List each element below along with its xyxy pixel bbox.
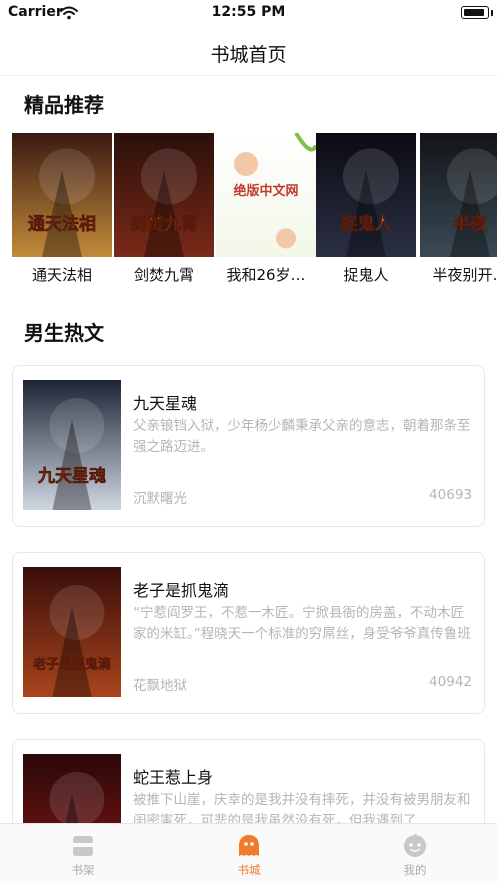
book-description: “宁惹阎罗王，不惹一木匠。宁掀县衙的房盖，不动木匠家的米缸。”程晓天一个标准的穷… [133, 605, 471, 642]
cover-title-text: 九天星魂 [37, 465, 106, 486]
book-author: 沉默曙光 [133, 491, 187, 507]
cover-title-text: 绝版中文网 [233, 183, 298, 199]
featured-book-title: 通天法相 [31, 266, 92, 284]
book-cover[interactable]: 九天星魂 [23, 380, 121, 510]
cover-title-text: 半夜 [453, 214, 488, 235]
page-title: 书城首页 [210, 44, 287, 66]
book-title: 九天星魂 [133, 394, 198, 413]
book-count: 40693 [429, 487, 472, 503]
book-cover[interactable]: 老子是抓鬼滴 [23, 567, 121, 697]
featured-heading: 精品推荐 [24, 93, 104, 117]
cover-title-text: 捉鬼人 [341, 214, 393, 235]
cover-title-text: 通天法相 [28, 214, 96, 235]
book-title: 蛇王惹上身 [133, 768, 214, 787]
status-bar: Carrier 12:55 PM [0, 0, 497, 28]
featured-book-title: 我和26岁… [226, 266, 306, 284]
tab-bar: 书架 书城 我的 [0, 823, 497, 883]
cover-title-text: 老子是抓鬼滴 [32, 656, 111, 672]
book-cover[interactable]: 剑焚九霄 [114, 133, 214, 257]
tab-bookshelf[interactable]: 书架 [0, 824, 166, 883]
hot-heading: 男生热文 [24, 321, 104, 345]
battery-icon [461, 6, 489, 19]
book-author: 花飘地狱 [133, 678, 187, 694]
tab-label: 我的 [403, 863, 427, 877]
clock: 12:55 PM [211, 4, 286, 20]
book-cover[interactable]: 通天法相 [12, 133, 112, 257]
tab-label: 书城 [237, 863, 261, 877]
tab-label: 书架 [71, 863, 95, 877]
featured-book-title: 捉鬼人 [343, 266, 389, 284]
book-card[interactable]: 老子是抓鬼滴 老子是抓鬼滴 “宁惹阎罗王，不惹一木匠。宁掀县衙的房盖，不动木匠家… [12, 552, 485, 714]
book-cover[interactable]: 捉鬼人 [316, 133, 416, 257]
tab-profile[interactable]: 我的 [332, 824, 497, 883]
navigation-bar: 书城首页 [0, 28, 497, 76]
book-count: 40942 [429, 674, 472, 690]
book-card[interactable]: 九天星魂 九天星魂 父亲锒铛入狱，少年杨少麟秉承父亲的意志，朝着那条至强之路迈进… [12, 365, 485, 527]
featured-book-carousel[interactable]: 通天法相 通天法相 剑焚九霄 剑焚九霄 绝版中文网 我和26岁… 捉鬼人 捉鬼人… [0, 133, 497, 293]
battery-cap [491, 10, 493, 16]
bookstore-icon [237, 834, 261, 858]
featured-book-title: 剑焚九霄 [133, 266, 194, 284]
cover-title-text: 剑焚九霄 [129, 214, 198, 235]
book-cover[interactable]: 半夜 [420, 133, 497, 257]
featured-book-title: 半夜别开… [432, 266, 497, 284]
tab-bookstore[interactable]: 书城 [166, 824, 332, 883]
book-title: 老子是抓鬼滴 [133, 581, 230, 600]
bookshelf-icon [71, 834, 95, 858]
book-description: 父亲锒铛入狱，少年杨少麟秉承父亲的意志，朝着那条至强之路迈进。 [133, 418, 471, 455]
profile-icon [403, 832, 427, 858]
book-cover[interactable]: 绝版中文网 [216, 133, 316, 257]
